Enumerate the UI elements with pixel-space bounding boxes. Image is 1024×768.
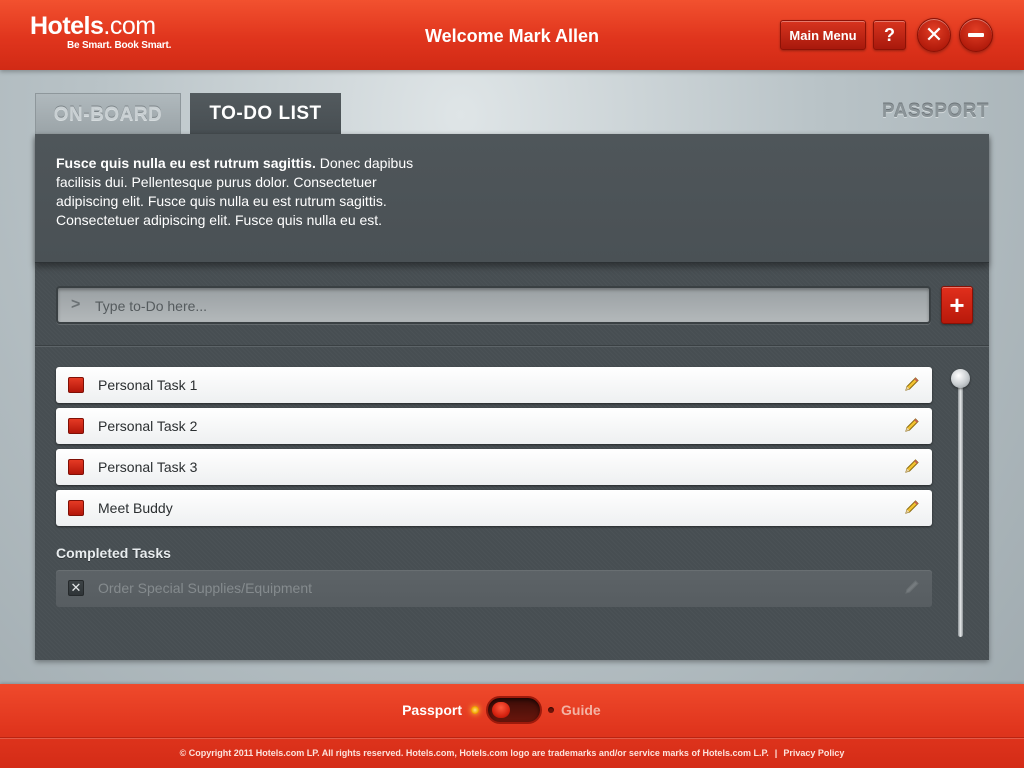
intro-text: Fusce quis nulla eu est rutrum sagittis.… bbox=[56, 154, 426, 230]
switch-label-passport[interactable]: Passport bbox=[402, 702, 462, 718]
task-label: Meet Buddy bbox=[98, 500, 173, 516]
scrollbar-track[interactable] bbox=[958, 375, 963, 637]
pencil-icon[interactable] bbox=[904, 499, 920, 515]
section-divider bbox=[35, 346, 989, 347]
task-checkbox[interactable] bbox=[68, 377, 84, 393]
toggle-knob[interactable] bbox=[492, 702, 510, 718]
passport-link[interactable]: PASSPORT bbox=[882, 101, 989, 123]
tab-on-board[interactable]: ON-BOARD bbox=[35, 93, 181, 135]
guide-indicator-light bbox=[548, 707, 554, 713]
pencil-icon[interactable] bbox=[904, 376, 920, 392]
footer-divider bbox=[0, 737, 1024, 738]
footer-bar: Passport Guide © Copyright 2011 Hotels.c… bbox=[0, 684, 1024, 768]
help-button[interactable]: ? bbox=[873, 20, 906, 50]
header-bar: Hotels.com Be Smart. Book Smart. Welcome… bbox=[0, 0, 1024, 70]
mode-switch-row: Passport Guide bbox=[0, 696, 1024, 726]
check-x-icon: ✕ bbox=[70, 580, 82, 595]
task-checkbox[interactable] bbox=[68, 418, 84, 434]
plus-icon: + bbox=[949, 289, 965, 320]
completed-checkbox[interactable]: ✕ bbox=[68, 580, 84, 596]
pencil-icon[interactable] bbox=[904, 458, 920, 474]
add-todo-button[interactable]: + bbox=[941, 286, 973, 324]
task-checkbox[interactable] bbox=[68, 459, 84, 475]
pencil-icon[interactable] bbox=[904, 579, 920, 595]
close-button[interactable]: ✕ bbox=[917, 18, 951, 52]
scrollbar-thumb[interactable] bbox=[951, 369, 970, 388]
main-menu-button[interactable]: Main Menu bbox=[780, 20, 866, 50]
close-icon: ✕ bbox=[924, 22, 944, 47]
completed-tasks-heading: Completed Tasks bbox=[56, 545, 171, 561]
copyright-text: © Copyright 2011 Hotels.com LP. All righ… bbox=[0, 748, 1024, 758]
todo-input[interactable] bbox=[93, 294, 917, 318]
intro-bold-text: Fusce quis nulla eu est rutrum sagittis. bbox=[56, 155, 316, 171]
privacy-policy-link[interactable]: Privacy Policy bbox=[783, 748, 844, 758]
logo-wordmark: Hotels.com bbox=[30, 12, 156, 40]
task-item[interactable]: Personal Task 2 bbox=[56, 408, 932, 444]
intro-section: Fusce quis nulla eu est rutrum sagittis.… bbox=[35, 134, 989, 263]
hotels-logo: Hotels.com Be Smart. Book Smart. bbox=[30, 12, 172, 52]
todo-panel: Fusce quis nulla eu est rutrum sagittis.… bbox=[35, 134, 989, 660]
copyright-notice: © Copyright 2011 Hotels.com LP. All righ… bbox=[179, 748, 769, 758]
footer-separator: | bbox=[774, 748, 778, 758]
task-item[interactable]: Meet Buddy bbox=[56, 490, 932, 526]
passport-guide-toggle[interactable] bbox=[486, 696, 542, 724]
task-item[interactable]: Personal Task 3 bbox=[56, 449, 932, 485]
passport-indicator-light bbox=[471, 706, 479, 714]
task-label: Personal Task 2 bbox=[98, 418, 198, 434]
tab-to-do-list[interactable]: TO-DO LIST bbox=[190, 93, 341, 135]
chevron-right-icon: > bbox=[71, 296, 81, 313]
todo-input-container: > bbox=[56, 286, 931, 324]
completed-task-item[interactable]: ✕ Order Special Supplies/Equipment bbox=[56, 570, 932, 607]
logo-tagline: Be Smart. Book Smart. bbox=[67, 40, 172, 51]
task-label: Personal Task 3 bbox=[98, 459, 198, 475]
pencil-icon[interactable] bbox=[904, 417, 920, 433]
welcome-message: Welcome Mark Allen bbox=[424, 26, 600, 46]
minus-icon bbox=[968, 33, 984, 37]
task-item[interactable]: Personal Task 1 bbox=[56, 367, 932, 403]
task-checkbox[interactable] bbox=[68, 500, 84, 516]
minimize-button[interactable] bbox=[959, 18, 993, 52]
switch-label-guide[interactable]: Guide bbox=[561, 702, 601, 718]
completed-task-label: Order Special Supplies/Equipment bbox=[98, 580, 313, 596]
task-label: Personal Task 1 bbox=[98, 377, 198, 393]
